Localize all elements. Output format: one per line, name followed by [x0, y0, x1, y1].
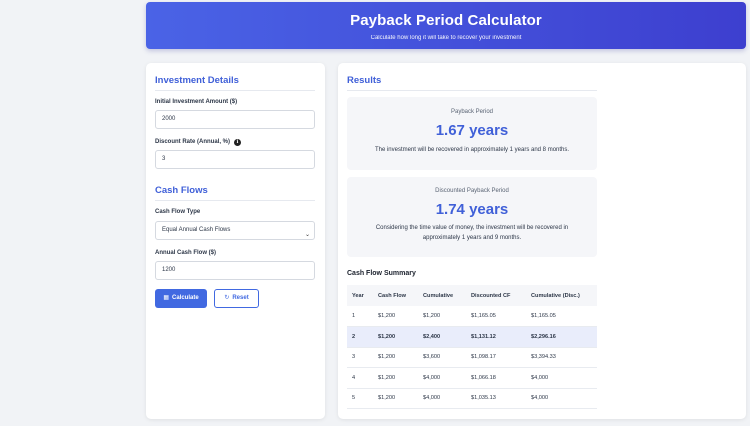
- cash-flows-title: Cash Flows: [155, 185, 208, 196]
- table-cell: $1,200: [378, 313, 396, 319]
- table-cell: $1,165.05: [471, 313, 496, 319]
- payback-period-box: Payback Period 1.67 years The investment…: [347, 97, 597, 170]
- payback-period-description: The investment will be recovered in appr…: [374, 147, 570, 153]
- payback-period-value: 1.67 years: [435, 122, 509, 139]
- discounted-payback-description-line2: approximately 1 years and 9 months.: [422, 235, 522, 241]
- initial-investment-label: Initial Investment Amount ($): [155, 99, 238, 105]
- info-icon[interactable]: i: [234, 139, 241, 146]
- table-cell: $1,200: [423, 313, 441, 319]
- table-cell: $4,000: [423, 395, 441, 402]
- table-cell: $1,098.17: [471, 354, 496, 361]
- table-cell: $1,131.12: [471, 333, 496, 340]
- table-row: 3 $1,200 $3,600 $1,098.17 $3,394.33: [347, 347, 597, 368]
- discounted-payback-box: Discounted Payback Period 1.74 years Con…: [347, 177, 597, 257]
- calculate-label: Calculate: [171, 295, 199, 301]
- column-header: Year: [352, 292, 364, 299]
- investment-details-title: Investment Details: [155, 75, 239, 86]
- results-panel: Results Payback Period 1.67 years The in…: [338, 63, 746, 419]
- table-row: 5 $1,200 $4,000 $1,035.13 $4,000: [347, 388, 597, 409]
- discounted-payback-description-line1: Considering the time value of money, the…: [375, 225, 569, 231]
- results-title: Results: [347, 75, 382, 86]
- table-cell: 2: [352, 333, 356, 340]
- calculate-button[interactable]: ▦ Calculate: [155, 289, 207, 308]
- table-cell: 3: [352, 354, 356, 361]
- table-row: 2 $1,200 $2,400 $1,131.12 $2,296.16: [347, 326, 597, 347]
- cash-flow-type-select[interactable]: Equal Annual Cash Flows ⌄: [155, 221, 315, 240]
- calculator-icon: ▦: [163, 295, 169, 301]
- reset-icon: ↻: [224, 295, 230, 301]
- page-subtitle: Calculate how long it will take to recov…: [370, 35, 522, 41]
- column-header: Cumulative: [423, 292, 454, 299]
- table-cell: $4,000: [531, 395, 549, 402]
- table-cell: $1,066.18: [471, 374, 496, 381]
- divider: [155, 200, 315, 201]
- table-cell: $1,035.13: [471, 395, 496, 402]
- table-cell: 5: [352, 395, 356, 402]
- table-row: 1 $1,200 $1,200 $1,165.05 $1,165.05: [347, 306, 597, 327]
- table-cell: $3,394.33: [531, 354, 556, 361]
- discounted-payback-value: 1.74 years: [435, 201, 509, 218]
- annual-cash-flow-input[interactable]: 1200: [155, 261, 315, 280]
- table-cell: $1,200: [378, 374, 396, 381]
- input-panel: Investment Details Initial Investment Am…: [146, 63, 325, 419]
- reset-button[interactable]: ↻ Reset: [214, 289, 259, 308]
- table-cell: $2,400: [423, 333, 441, 340]
- divider: [155, 90, 315, 91]
- table-cell: $1,200: [378, 354, 396, 361]
- discounted-payback-label: Discounted Payback Period: [435, 188, 509, 194]
- divider: [347, 90, 597, 91]
- cash-flow-summary-table: Year Cash Flow Cumulative Discounted CF …: [347, 285, 597, 409]
- annual-cash-flow-label: Annual Cash Flow ($): [155, 250, 217, 256]
- cash-flow-type-value: Equal Annual Cash Flows: [162, 227, 231, 233]
- table-cell: $1,165.05: [531, 313, 556, 319]
- cash-flow-type-label: Cash Flow Type: [155, 209, 201, 215]
- table-header-row: Year Cash Flow Cumulative Discounted CF …: [347, 285, 597, 306]
- table-row: 4 $1,200 $4,000 $1,066.18 $4,000: [347, 368, 597, 388]
- discount-rate-input[interactable]: 3: [155, 150, 315, 169]
- table-cell: $1,200: [378, 395, 396, 402]
- payback-period-label: Payback Period: [450, 109, 494, 115]
- column-header: Discounted CF: [471, 292, 511, 299]
- table-cell: $4,000: [531, 374, 549, 381]
- chevron-down-icon: ⌄: [304, 232, 310, 238]
- cash-flow-summary-title: Cash Flow Summary: [347, 270, 416, 277]
- reset-label: Reset: [232, 295, 249, 301]
- column-header: Cash Flow: [378, 292, 406, 299]
- page-header: Payback Period Calculator Calculate how …: [146, 2, 746, 49]
- column-header: Cumulative (Disc.): [531, 292, 580, 299]
- table-cell: $4,000: [423, 374, 441, 381]
- discount-rate-label: Discount Rate (Annual, %): [155, 139, 231, 145]
- table-cell: $3,600: [423, 354, 441, 361]
- table-cell: $1,200: [378, 333, 396, 340]
- table-cell: 1: [352, 313, 356, 319]
- initial-investment-input[interactable]: 2000: [155, 110, 315, 129]
- table-cell: $2,296.16: [531, 333, 556, 340]
- page-title: Payback Period Calculator: [350, 12, 542, 29]
- table-cell: 4: [352, 374, 356, 381]
